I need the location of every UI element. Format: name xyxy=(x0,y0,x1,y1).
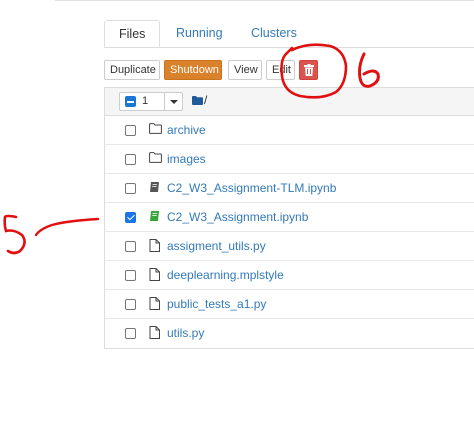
select-all-checkbox[interactable] xyxy=(125,96,136,107)
tab-running[interactable]: Running xyxy=(162,20,237,47)
view-button[interactable]: View xyxy=(228,60,262,80)
shutdown-button[interactable]: Shutdown xyxy=(164,60,222,80)
annotation-delete-highlight xyxy=(280,43,348,99)
select-all-dropdown[interactable]: 1 xyxy=(119,92,183,111)
annotation-5 xyxy=(3,214,100,255)
divider xyxy=(164,93,165,110)
row-checkbox[interactable] xyxy=(125,299,136,310)
list-item[interactable]: assigment_utils.py xyxy=(105,232,474,261)
list-item[interactable]: C2_W3_Assignment-TLM.ipynb xyxy=(105,174,474,203)
list-item[interactable]: utils.py xyxy=(105,319,474,348)
top-divider xyxy=(55,0,474,4)
folder-icon xyxy=(149,123,162,134)
file-name-link[interactable]: C2_W3_Assignment-TLM.ipynb xyxy=(167,181,336,195)
list-item[interactable]: C2_W3_Assignment.ipynb xyxy=(105,203,474,232)
list-item[interactable]: public_tests_a1.py xyxy=(105,290,474,319)
file-icon xyxy=(149,297,160,310)
file-icon xyxy=(149,326,160,339)
list-item[interactable]: deeplearning.mplstyle xyxy=(105,261,474,290)
file-name-link[interactable]: deeplearning.mplstyle xyxy=(167,268,284,282)
list-item[interactable]: images xyxy=(105,145,474,174)
selected-count: 1 xyxy=(142,95,149,107)
row-checkbox[interactable] xyxy=(125,125,136,136)
row-checkbox[interactable] xyxy=(125,241,136,252)
file-name-link[interactable]: assigment_utils.py xyxy=(167,239,266,253)
breadcrumb-path[interactable]: / xyxy=(204,93,207,107)
list-item[interactable]: archive xyxy=(105,116,474,145)
row-checkbox[interactable] xyxy=(125,270,136,281)
folder-icon[interactable] xyxy=(192,96,203,105)
row-checkbox[interactable] xyxy=(125,328,136,339)
file-icon xyxy=(149,239,160,252)
tab-files[interactable]: Files xyxy=(104,20,161,47)
file-name-link[interactable]: utils.py xyxy=(167,326,204,340)
chevron-down-icon[interactable] xyxy=(170,100,178,104)
row-checkbox[interactable] xyxy=(125,183,136,194)
running-notebook-icon xyxy=(150,211,159,221)
file-icon xyxy=(149,268,160,281)
duplicate-button[interactable]: Duplicate xyxy=(104,60,160,80)
file-list: 1 / archive images C2_W3_Assignment-TLM.… xyxy=(104,87,474,349)
annotation-6 xyxy=(358,52,380,88)
folder-icon xyxy=(149,152,162,163)
file-name-link[interactable]: public_tests_a1.py xyxy=(167,297,266,311)
row-checkbox[interactable] xyxy=(125,154,136,165)
file-name-link[interactable]: archive xyxy=(167,123,206,137)
row-checkbox-checked[interactable] xyxy=(125,212,136,223)
file-name-link[interactable]: images xyxy=(167,152,206,166)
notebook-icon xyxy=(150,182,159,192)
file-name-link[interactable]: C2_W3_Assignment.ipynb xyxy=(167,210,308,224)
